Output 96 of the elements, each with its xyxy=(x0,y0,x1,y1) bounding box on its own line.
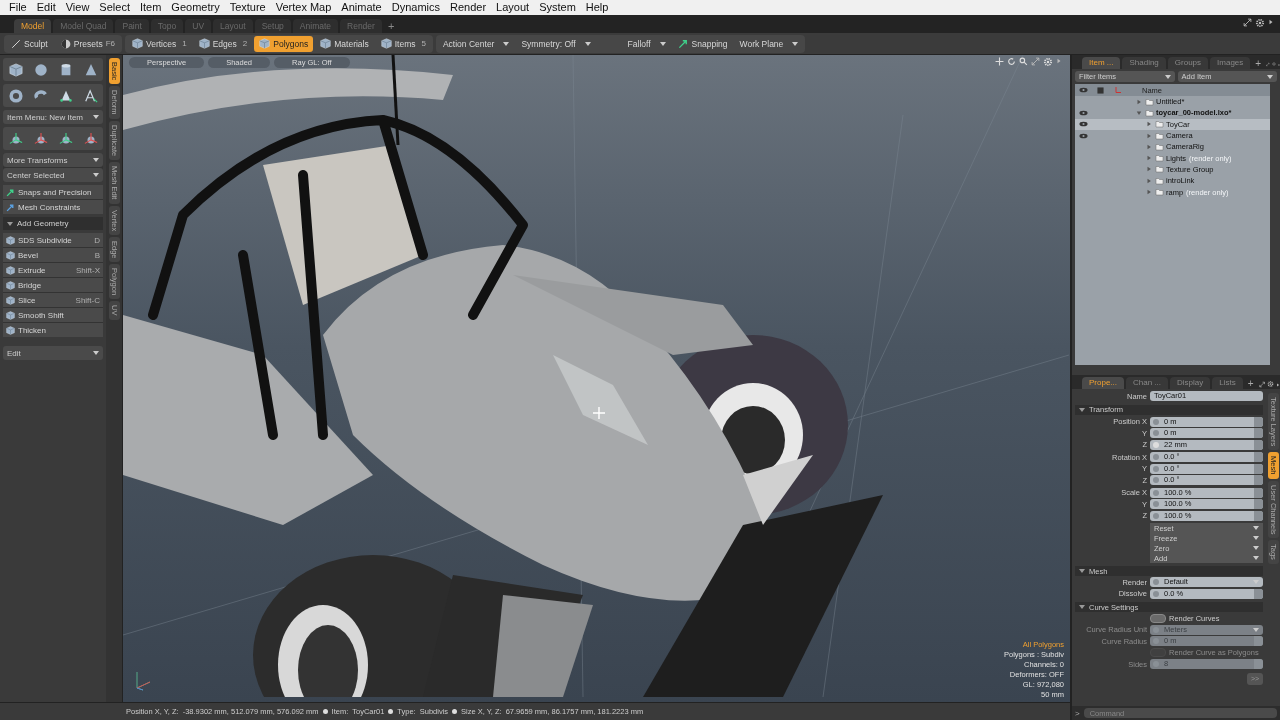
toolbar-button[interactable]: Presets F6 xyxy=(55,35,120,52)
selection-mode-button[interactable]: Items 5 xyxy=(375,35,431,52)
menu-item[interactable]: Help xyxy=(580,0,614,15)
torus-icon[interactable] xyxy=(8,88,23,103)
cube-icon[interactable] xyxy=(132,38,143,49)
panel-tab[interactable]: Item ... xyxy=(1082,57,1121,69)
menu-item[interactable]: Item xyxy=(134,0,167,15)
tool-button[interactable]: Snaps and Precision xyxy=(3,185,103,199)
eye-icon[interactable] xyxy=(1079,87,1088,93)
arrow-right-icon[interactable] xyxy=(1268,18,1274,26)
dropdown-menu[interactable]: Center Selected xyxy=(3,168,103,182)
section-header[interactable]: Add Geometry xyxy=(3,217,103,230)
cube-icon[interactable] xyxy=(6,280,15,290)
settings-icon[interactable] xyxy=(1043,57,1053,67)
cube-icon[interactable] xyxy=(320,38,332,49)
text-tool-icon[interactable] xyxy=(83,88,98,103)
brush-icon xyxy=(11,38,21,49)
separator-dot-icon xyxy=(322,709,328,714)
eye-icon[interactable] xyxy=(1079,109,1088,116)
maximize-icon[interactable] xyxy=(1243,18,1252,27)
cone-icon[interactable] xyxy=(83,62,98,77)
dropdown-menu[interactable]: More Transforms xyxy=(3,153,103,167)
menu-item[interactable]: Dynamics xyxy=(386,0,445,15)
settings-icon[interactable] xyxy=(1255,18,1265,28)
axis-icon xyxy=(1113,86,1122,94)
sphere-icon[interactable] xyxy=(33,62,48,77)
tool-button[interactable]: Smooth Shift xyxy=(3,308,103,322)
add-tab-button[interactable]: + xyxy=(383,19,399,33)
menu-item[interactable]: System xyxy=(534,0,581,15)
menu-item[interactable]: View xyxy=(60,0,95,15)
dropdown-button[interactable]: Work Plane xyxy=(734,35,804,52)
menu-item[interactable]: File xyxy=(4,0,32,15)
sphere-icon xyxy=(60,38,71,49)
maximize-icon[interactable] xyxy=(1258,380,1265,389)
layout-tab[interactable]: Model xyxy=(14,19,52,33)
add-tab-button[interactable]: + xyxy=(1252,58,1265,69)
cube-icon[interactable] xyxy=(6,295,15,305)
grid-icon xyxy=(1097,86,1104,94)
expand-arrow-icon[interactable] xyxy=(1136,98,1142,105)
tool-button[interactable]: Mesh Constraints xyxy=(3,200,103,214)
toolbar-button[interactable]: Sculpt xyxy=(6,35,53,52)
search-icon[interactable] xyxy=(1019,57,1028,66)
selection-mode-button[interactable]: Polygons xyxy=(254,35,314,52)
cube-icon[interactable] xyxy=(380,38,392,49)
selection-mode-button[interactable]: Vertices 1 xyxy=(127,35,192,52)
selection-mode-button[interactable]: Edges 2 xyxy=(193,35,253,52)
separator-dot-icon xyxy=(452,709,458,714)
settings-icon[interactable] xyxy=(1266,379,1274,389)
tool-button[interactable]: Extrude Shift-X xyxy=(3,263,103,277)
axis-gizmo-icon xyxy=(133,670,153,692)
move-gizmo-icon[interactable] xyxy=(8,131,23,146)
menu-item[interactable]: Edit xyxy=(31,0,61,15)
menu-item[interactable]: Select xyxy=(94,0,135,15)
collapse-arrow-icon[interactable] xyxy=(1136,109,1142,116)
tool-button[interactable]: SDS Subdivide D xyxy=(3,233,103,247)
dropdown-button[interactable]: Symmetry: Off xyxy=(516,35,596,52)
eye-icon[interactable] xyxy=(1079,132,1088,139)
add-tab-button[interactable]: + xyxy=(1244,378,1257,389)
menu-item[interactable]: Render xyxy=(445,0,492,15)
scale-gizmo-icon[interactable] xyxy=(58,131,73,146)
tool-button[interactable]: Bevel B xyxy=(3,248,103,262)
menu-item[interactable]: Geometry xyxy=(166,0,225,15)
menu-item[interactable]: Vertex Map xyxy=(270,0,337,15)
eye-icon[interactable] xyxy=(1079,121,1088,128)
transform-gizmo-icon[interactable] xyxy=(83,131,98,146)
move-cursor-icon xyxy=(593,407,605,419)
pan-icon[interactable] xyxy=(995,57,1004,66)
menu-item[interactable]: Layout xyxy=(491,0,535,15)
rotate-icon[interactable] xyxy=(1007,57,1016,66)
dropdown-menu[interactable]: Item Menu: New Item xyxy=(3,110,103,124)
cube-icon[interactable] xyxy=(6,325,15,335)
cube-icon[interactable] xyxy=(8,62,23,77)
selection-mode-button[interactable]: Materials xyxy=(315,35,374,52)
tool-button[interactable]: Slice Shift-C xyxy=(3,293,103,307)
constraint-icon xyxy=(6,202,15,212)
dropdown-menu[interactable]: Edit xyxy=(3,346,103,360)
arrow-right-icon[interactable] xyxy=(1275,381,1280,389)
toggle-button[interactable]: Snapping xyxy=(672,35,733,52)
command-prompt: > xyxy=(1075,708,1080,718)
rotate-gizmo-icon[interactable] xyxy=(33,131,48,146)
cube-icon[interactable] xyxy=(6,310,15,320)
checkbox[interactable] xyxy=(1150,613,1166,623)
cube-icon[interactable] xyxy=(198,38,210,49)
snap-arrow-icon xyxy=(6,187,15,197)
menu-item[interactable]: Animate xyxy=(336,0,387,15)
cube-icon[interactable] xyxy=(6,235,15,245)
tool-button[interactable]: Bridge xyxy=(3,278,103,292)
cube-icon[interactable] xyxy=(6,250,15,260)
separator-dot-icon xyxy=(388,709,394,714)
dropdown-button[interactable]: Falloff xyxy=(597,35,671,52)
panel-tab[interactable]: Prope... xyxy=(1082,377,1124,389)
tool-button[interactable]: Thicken xyxy=(3,323,103,337)
snap-arrow-icon xyxy=(677,38,689,49)
cube-icon[interactable] xyxy=(6,265,15,275)
dropdown-button[interactable]: Action Center xyxy=(437,35,515,52)
menu-item[interactable]: Texture xyxy=(224,0,271,15)
